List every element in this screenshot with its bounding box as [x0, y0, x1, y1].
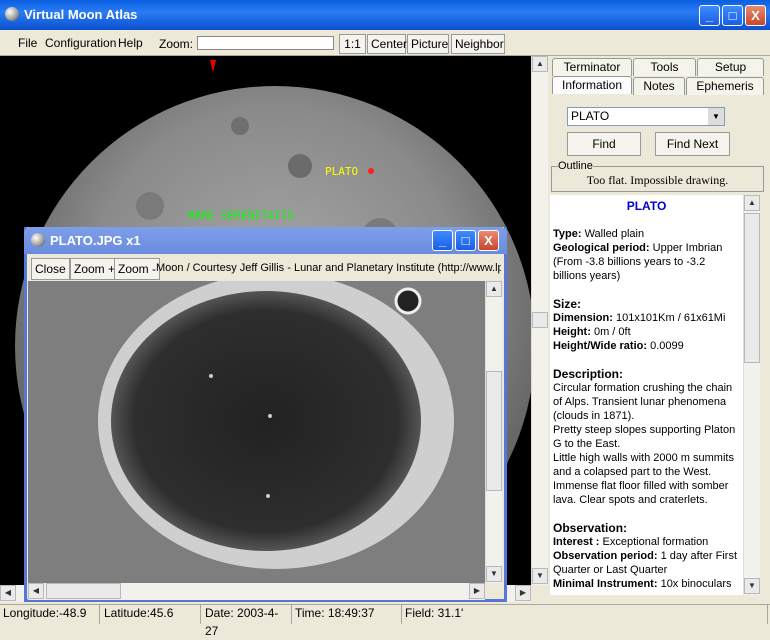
zoom-label: Zoom: — [159, 37, 194, 51]
info-scrollbar[interactable]: ▲ ▼ — [743, 195, 760, 595]
tab-notes[interactable]: Notes — [633, 77, 685, 95]
plato-crater-image — [28, 281, 485, 583]
picture-close-text-button[interactable]: Close — [31, 258, 70, 280]
status-field: Field: 31.1' — [402, 604, 768, 624]
find-next-button[interactable]: Find Next — [655, 132, 730, 156]
scroll-left-icon[interactable]: ◀ — [0, 585, 16, 601]
description-text-3: Little high walls with 2000 m summits an… — [553, 452, 734, 506]
info-scroll-up-icon[interactable]: ▲ — [744, 195, 760, 211]
picture-horizontal-scrollbar[interactable]: ◀ ▶ — [28, 583, 485, 600]
moon-app-icon — [5, 7, 19, 21]
scroll-thumb[interactable] — [532, 312, 548, 328]
tab-ephemeris[interactable]: Ephemeris — [686, 77, 764, 95]
tab-tools[interactable]: Tools — [633, 58, 696, 76]
picture-window-title: PLATO.JPG x1 — [50, 233, 141, 248]
scroll-up-icon[interactable]: ▲ — [532, 56, 548, 72]
chevron-down-icon[interactable]: ▼ — [708, 108, 724, 125]
outline-label: Outline — [558, 160, 593, 172]
outline-group: Outline Too flat. Impossible drawing. — [551, 160, 764, 192]
info-scroll-thumb[interactable] — [744, 213, 760, 363]
menu-file[interactable]: File — [18, 36, 37, 50]
zoom-slider[interactable] — [197, 36, 334, 50]
description-text: Circular formation crushing the chain of… — [553, 382, 733, 422]
description-heading: Description: — [553, 367, 624, 381]
picture-scroll-up-icon[interactable]: ▲ — [486, 281, 502, 297]
info-text-area: PLATO Type: Walled plain Geological peri… — [550, 195, 743, 595]
picture-hscroll-thumb[interactable] — [46, 583, 121, 599]
status-date: Date: 2003-4-27 — [202, 604, 292, 638]
picture-scroll-right-icon[interactable]: ▶ — [469, 583, 485, 599]
picture-scroll-down-icon[interactable]: ▼ — [486, 566, 502, 582]
picture-maximize-button[interactable]: □ — [455, 230, 476, 251]
outline-text: Too flat. Impossible drawing. — [586, 173, 729, 187]
plato-photo[interactable] — [28, 281, 485, 583]
center-button[interactable]: Center — [367, 34, 407, 54]
main-vertical-scrollbar[interactable]: ▲ ▼ — [531, 56, 548, 585]
plato-label: PLATO — [325, 165, 359, 178]
picture-minimize-button[interactable]: _ — [432, 230, 453, 251]
picture-vertical-scrollbar[interactable]: ▲ ▼ — [485, 281, 502, 583]
picture-caption: Moon / Courtesy Jeff Gillis - Lunar and … — [156, 262, 501, 274]
status-longitude: Longitude:-48.9 — [0, 604, 100, 624]
picture-zoom-out-button[interactable]: Zoom - — [114, 258, 161, 280]
picture-window-title-bar: PLATO.JPG x1 _ □ X — [24, 227, 507, 254]
tab-information[interactable]: Information — [552, 76, 632, 94]
mare-serenitatis-label: MARE SERENITATIS — [188, 209, 294, 222]
title-bar: Virtual Moon Atlas _ □ X — [0, 0, 770, 30]
maximize-button[interactable]: □ — [722, 5, 743, 26]
find-button[interactable]: Find — [567, 132, 641, 156]
tab-terminator[interactable]: Terminator — [552, 58, 632, 76]
neighbor-button[interactable]: Neighbor — [451, 34, 505, 54]
minimize-button[interactable]: _ — [699, 5, 720, 26]
picture-button[interactable]: Picture — [407, 34, 449, 54]
observation-heading: Observation: — [553, 521, 628, 535]
status-latitude: Latitude:45.6 — [101, 604, 201, 624]
size-heading: Size: — [553, 297, 582, 311]
scroll-right-icon[interactable]: ▶ — [515, 585, 531, 601]
picture-zoom-in-button[interactable]: Zoom + — [70, 258, 120, 280]
status-time: Time: 18:49:37 — [292, 604, 402, 624]
search-combobox[interactable]: PLATO ▼ — [567, 107, 725, 126]
picture-close-button[interactable]: X — [478, 230, 499, 251]
description-text-2: Pretty steep slopes supporting Platon G … — [553, 424, 736, 450]
picture-scroll-thumb[interactable] — [486, 371, 502, 491]
moon-window-icon — [31, 233, 45, 247]
info-scroll-down-icon[interactable]: ▼ — [744, 578, 760, 594]
menu-help[interactable]: Help — [118, 36, 143, 50]
close-button[interactable]: X — [745, 5, 766, 26]
zoom-1-1-button[interactable]: 1:1 — [339, 34, 366, 54]
info-title: PLATO — [626, 199, 667, 213]
window-title: Virtual Moon Atlas — [24, 7, 138, 22]
tab-setup[interactable]: Setup — [697, 58, 764, 76]
picture-scroll-left-icon[interactable]: ◀ — [28, 583, 44, 599]
menu-configuration[interactable]: Configuration — [45, 36, 116, 50]
scroll-down-icon[interactable]: ▼ — [532, 568, 548, 584]
